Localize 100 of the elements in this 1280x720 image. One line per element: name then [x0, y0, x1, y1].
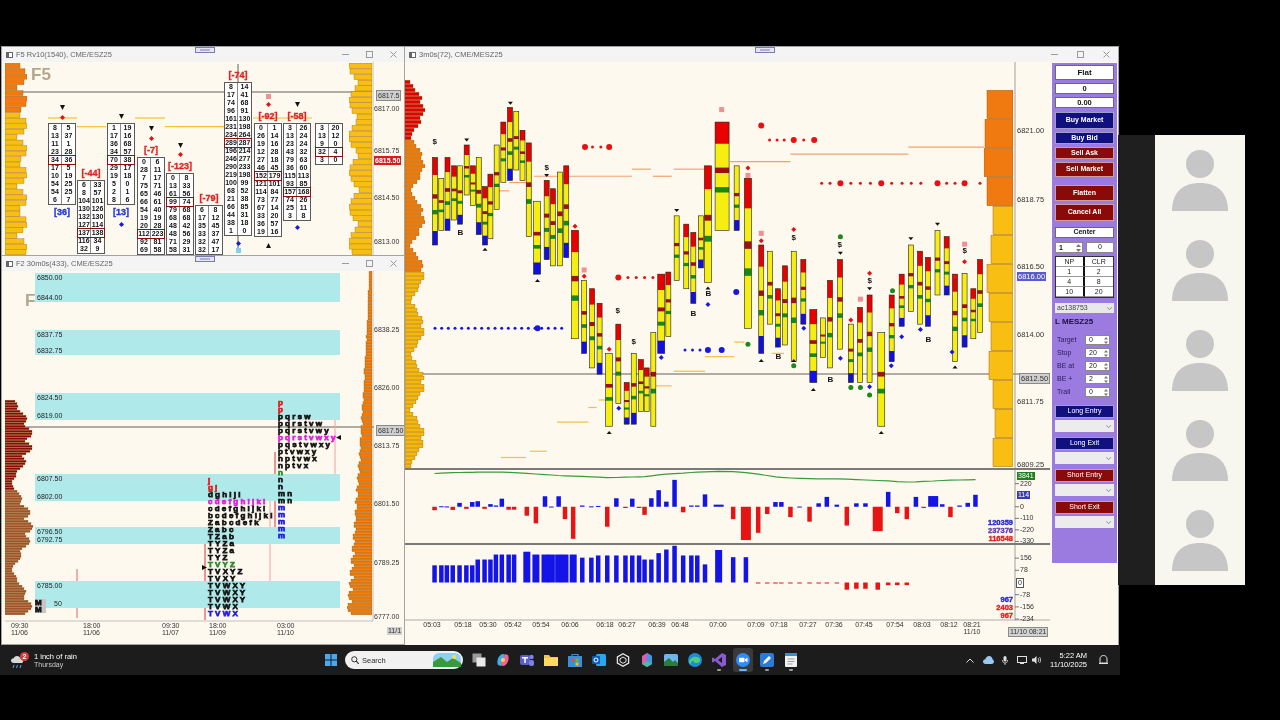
colorful-swirl-icon	[496, 653, 510, 667]
spin-arrows-icon	[1104, 349, 1108, 357]
tpo-letters: m	[278, 518, 286, 525]
close-icon[interactable]	[1103, 51, 1110, 58]
tpo-letters: m	[278, 511, 286, 518]
tpo-letters: T V W X Y	[208, 588, 246, 596]
person-silhouette-icon	[1172, 149, 1228, 211]
tpo-letters: T Y Z a	[208, 539, 234, 547]
window-icon	[409, 51, 416, 58]
spin-arrows-icon	[1076, 243, 1081, 252]
ribbon-icon	[712, 653, 726, 667]
tpo-letters: T V X Y	[208, 574, 236, 582]
maximize-icon[interactable]	[366, 260, 373, 267]
tpo-letters: p q r s t v w x y	[278, 434, 336, 441]
close-icon[interactable]	[390, 51, 397, 58]
diamond-icon	[294, 224, 300, 230]
person-silhouette-icon	[1172, 509, 1228, 571]
delta-label: [-44]	[81, 168, 101, 178]
tpo-letters: m	[278, 504, 286, 511]
tpo-letters: p q s t v w x y	[278, 441, 330, 448]
picture-icon	[664, 654, 678, 666]
triangle-down-icon	[294, 101, 300, 107]
signal-mark: $	[631, 338, 636, 346]
folder-icon	[544, 654, 558, 666]
signal-mark: B	[775, 353, 782, 361]
document-icon	[785, 653, 797, 667]
instrument-label: L MESZ25	[1055, 317, 1095, 327]
tpo-letters: p q r s t v w y	[278, 427, 329, 434]
minimize-icon[interactable]	[342, 51, 349, 58]
chart-id-label: F5	[31, 66, 51, 84]
pen-tile-icon	[760, 653, 774, 667]
triangle-down-icon	[148, 125, 154, 131]
overlapping-squares-icon	[472, 653, 486, 667]
notification-icon	[1099, 655, 1108, 665]
triangle-down-icon	[118, 113, 124, 119]
chevron-down-icon	[1106, 456, 1111, 460]
window-icon	[6, 260, 13, 267]
signal-mark: B	[925, 336, 932, 344]
tpo-letters: M	[35, 599, 46, 606]
swirl-circle-icon	[688, 653, 702, 667]
position-display: Flat	[1055, 65, 1114, 80]
tpo-letters: n p t v x	[278, 462, 309, 469]
people-tile-icon	[520, 653, 534, 667]
delta-label: [-123]	[168, 161, 192, 171]
cloud-icon	[983, 656, 994, 664]
person-silhouette-icon	[1172, 419, 1228, 481]
signal-mark: $	[432, 138, 437, 146]
window-icon	[6, 51, 13, 58]
drag-handle-icon[interactable]	[755, 47, 775, 53]
spin-arrows-icon	[1104, 375, 1108, 383]
maximize-icon[interactable]	[366, 51, 373, 58]
tpo-letters: p t v w x y	[278, 448, 317, 455]
spin-arrows-icon	[1104, 362, 1108, 370]
video-camera-icon	[736, 653, 750, 667]
tpo-letters: n	[278, 476, 283, 483]
triangle-up-icon	[265, 242, 271, 248]
envelope-tile-icon	[592, 653, 606, 667]
square-marker-icon	[235, 247, 241, 253]
level-line	[134, 117, 166, 119]
tpo-letters: m	[278, 525, 286, 532]
triangle-down-icon	[59, 104, 65, 110]
monitor-icon	[1017, 656, 1027, 664]
diamond-icon	[265, 101, 271, 107]
drag-handle-icon[interactable]	[195, 256, 215, 262]
square-marker-icon	[265, 93, 271, 99]
delta-label: [-7]	[144, 145, 158, 155]
close-icon[interactable]	[390, 260, 397, 267]
hexagon-icon	[616, 653, 630, 667]
chart-id-label: F	[25, 292, 36, 310]
diamond-icon	[59, 114, 65, 120]
delta-label: [-79]	[199, 193, 219, 203]
tpo-letters: p	[278, 399, 283, 406]
delta-label: [-58]	[287, 111, 307, 121]
taskbar-button[interactable]	[733, 648, 753, 672]
triangle-left-icon	[335, 434, 341, 440]
tpo-letters: p q r s w	[278, 413, 311, 420]
delta-label: [-92]	[258, 111, 278, 121]
chevron-down-icon	[1106, 520, 1111, 524]
triangle-down-icon	[177, 142, 183, 148]
speaker-icon	[1032, 656, 1041, 664]
tpo-letters: T V W X	[208, 609, 238, 617]
colorful-tile-icon	[640, 653, 654, 667]
level-line	[252, 117, 313, 119]
landscape-picture	[433, 653, 461, 667]
maximize-icon[interactable]	[1077, 51, 1084, 58]
running-indicator-icon	[717, 669, 721, 671]
signal-mark: $	[962, 247, 967, 255]
person-silhouette-icon	[1172, 239, 1228, 301]
tpo-letters: m	[278, 532, 286, 539]
chevron-down-icon	[1106, 424, 1111, 428]
signal-mark: B	[827, 376, 834, 384]
signal-mark: B	[705, 290, 712, 298]
minimize-icon[interactable]	[342, 260, 349, 267]
drag-handle-icon[interactable]	[195, 47, 215, 53]
minimize-icon[interactable]	[1051, 51, 1058, 58]
tpo-letters: j	[208, 476, 211, 484]
running-indicator-icon	[789, 669, 793, 671]
search-icon	[351, 656, 359, 664]
tpo-letters: g j	[208, 483, 218, 491]
signal-mark: B	[457, 229, 464, 237]
